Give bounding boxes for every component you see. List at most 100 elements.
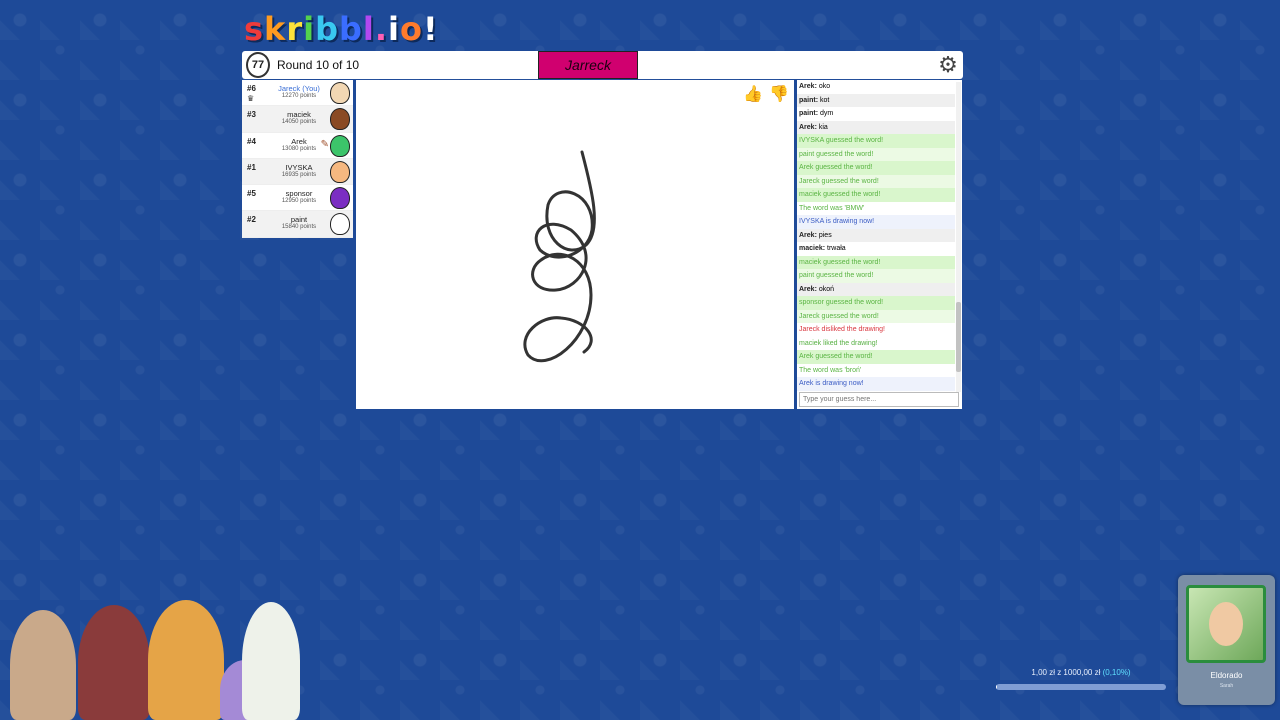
timer-clock-icon: 77 <box>246 52 270 78</box>
player-rank: #5 <box>247 189 256 199</box>
player-rank: #6 <box>247 84 256 93</box>
chat-author: Arek: <box>799 123 817 131</box>
chat-text: dym <box>820 110 834 117</box>
chat-text: The word was 'broń' <box>799 366 862 374</box>
chat-message: Arek is drawing now! <box>797 377 955 391</box>
now-playing-card: Eldorado Sarah <box>1178 575 1275 705</box>
donation-progress-bar <box>996 684 1166 690</box>
chat-text: Jareck disliked the drawing! <box>799 326 885 333</box>
chat-message: The word was 'BMW' <box>797 202 955 216</box>
streamer-avatar <box>242 602 300 720</box>
chat-text: pies <box>818 231 832 239</box>
settings-gear-icon[interactable]: ⚙ <box>937 54 959 76</box>
chat-message: maciek liked the drawing! <box>797 337 955 351</box>
player-name: IVYSKA <box>285 162 313 172</box>
chat-text: paint guessed the word! <box>799 272 874 279</box>
player-rank: #1 <box>247 162 256 172</box>
chat-message: Jareck guessed the word! <box>797 174 955 188</box>
donation-goal: 1,00 zł z 1000,00 zł (0,10%) <box>996 668 1166 677</box>
chat-text: Jareck guessed the word! <box>799 312 879 320</box>
chat-message: Arek: oko <box>797 80 955 94</box>
chat-message: IVYSKA guessed the word! <box>797 134 955 148</box>
player-rank: #3 <box>247 110 256 120</box>
chat-text: okoń <box>818 285 835 293</box>
chat-message: paint: kot <box>797 93 955 107</box>
chat-message: maciek guessed the word! <box>797 255 955 269</box>
chat-text: IVYSKA is drawing now! <box>799 218 875 225</box>
player-list: #6 ♛ Jareck (You) 12270 points #3 maciek 14050… <box>242 80 353 238</box>
chat-text: Arek guessed the word! <box>799 164 873 171</box>
chat-text: kot <box>820 96 830 104</box>
chat-message: paint guessed the word! <box>797 147 955 161</box>
top-bar: 77 Round 10 of 10 Jarreck ⚙ <box>242 51 963 79</box>
player-row[interactable]: #1 IVYSKA 16935 points <box>242 158 353 186</box>
chat-message: paint: dym <box>797 107 955 121</box>
chat-messages: Arek: oko paint: kot paint: dym Arek: kia IV… <box>797 80 955 393</box>
player-name: maciek <box>287 110 311 120</box>
player-name: sponsor <box>285 189 313 199</box>
chat-scrollbar[interactable] <box>956 82 961 392</box>
guess-input[interactable] <box>799 392 959 407</box>
chat-message: paint guessed the word! <box>797 269 955 283</box>
round-indicator: Round 10 of 10 <box>277 58 360 72</box>
chat-text: maciek guessed the word! <box>799 191 881 198</box>
chat-message: Arek guessed the word! <box>797 161 955 175</box>
player-name: Jareck (You) <box>278 84 320 93</box>
donation-percent: (0,10%) <box>1102 668 1131 677</box>
player-row[interactable]: #6 ♛ Jareck (You) 12270 points <box>242 80 353 107</box>
player-points: 16935 points <box>281 171 317 178</box>
chat-author: paint: <box>799 110 819 117</box>
player-points: 14050 points <box>281 119 317 126</box>
skribbl-logo: skribbl.io! <box>244 10 439 48</box>
chat-message: IVYSKA is drawing now! <box>797 215 955 229</box>
player-row[interactable]: #2 paint 15840 points <box>242 211 353 238</box>
chat-text: sponsor guessed the word! <box>799 299 884 306</box>
chat-message: maciek guessed the word! <box>797 188 955 202</box>
chat-panel: Arek: oko paint: kot paint: dym Arek: kia IV… <box>797 80 962 409</box>
drawing-strokes <box>523 150 596 363</box>
chat-message: sponsor guessed the word! <box>797 296 955 310</box>
drawing-canvas[interactable]: 👍 👎 <box>356 80 794 409</box>
chat-message: Jareck guessed the word! <box>797 309 955 323</box>
album-art <box>1186 585 1266 663</box>
player-points: 15840 points <box>281 224 317 231</box>
crown-icon: ♛ <box>247 94 255 103</box>
player-row[interactable]: #3 maciek 14050 points <box>242 106 353 133</box>
chat-author: maciek: <box>799 245 826 252</box>
streamer-avatar <box>10 610 76 720</box>
chat-text: maciek guessed the word! <box>799 258 881 266</box>
player-avatar <box>330 187 350 210</box>
player-rank: #2 <box>247 215 256 225</box>
donation-amount: 1,00 zł z 1000,00 zł <box>1031 668 1101 677</box>
streamer-avatar <box>148 600 224 720</box>
chat-text: kia <box>818 123 828 131</box>
chat-text: Arek is drawing now! <box>799 380 864 387</box>
player-points: 12270 points <box>281 93 317 99</box>
player-avatar <box>330 82 350 104</box>
track-title: Eldorado <box>1210 671 1243 680</box>
track-artist: Sarah <box>1219 683 1234 689</box>
player-row[interactable]: #5 sponsor 12950 points <box>242 185 353 212</box>
streamer-avatar <box>78 605 150 720</box>
player-avatar <box>330 134 350 157</box>
chat-author: Arek: <box>799 285 817 293</box>
chat-text: trwała <box>827 245 846 252</box>
chat-message: Arek guessed the word! <box>797 350 955 364</box>
player-name: paint <box>290 215 308 225</box>
chat-text: Arek guessed the word! <box>799 353 873 360</box>
chat-text: maciek liked the drawing! <box>799 339 878 347</box>
chat-message: maciek: trwała <box>797 242 955 256</box>
chat-message: Arek: pies <box>797 228 955 242</box>
player-points: 12950 points <box>281 198 317 205</box>
streamer-avatars-overlay <box>0 570 330 720</box>
player-row[interactable]: #4 Arek 13080 points ✎ <box>242 133 353 159</box>
chat-message: Arek: kia <box>797 120 955 134</box>
player-avatar <box>330 213 350 236</box>
chat-message: Arek: okoń <box>797 282 955 296</box>
chat-text: paint guessed the word! <box>799 150 874 158</box>
pencil-icon: ✎ <box>320 138 329 150</box>
player-avatar <box>330 108 350 131</box>
chat-author: paint: <box>799 96 819 104</box>
chat-text: oko <box>818 83 831 90</box>
chat-author: Arek: <box>799 83 817 90</box>
